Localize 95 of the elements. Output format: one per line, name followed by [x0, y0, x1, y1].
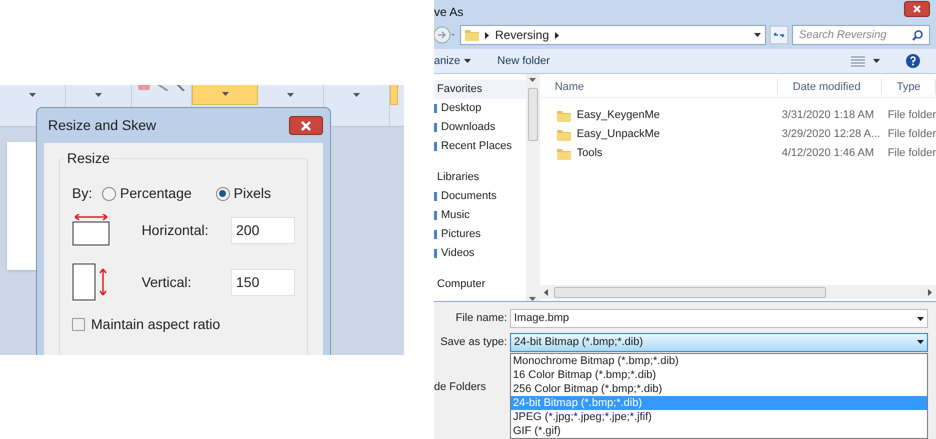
nav-header[interactable]: Favorites — [434, 80, 526, 99]
caret-icon — [917, 316, 924, 320]
nav-header[interactable]: Computer — [434, 275, 526, 294]
refresh-button[interactable] — [770, 26, 788, 44]
close-button[interactable] — [904, 1, 930, 18]
caret-icon — [917, 340, 924, 344]
radio-button[interactable] — [216, 186, 230, 200]
nav-header[interactable]: Libraries — [434, 168, 526, 187]
forward-button[interactable] — [434, 25, 456, 46]
breadcrumb[interactable]: Reversing — [495, 26, 550, 44]
by-label: By: — [72, 184, 94, 203]
file-name-field[interactable]: Image.bmp — [510, 309, 928, 328]
scrollbar-thumb[interactable] — [554, 286, 826, 298]
radio-button[interactable] — [102, 186, 116, 200]
field-label: Save as type: — [439, 334, 508, 350]
save-type-dropdown[interactable]: 24-bit Bitmap (*.bmp;*.dib) — [510, 332, 928, 352]
nav-item[interactable]: Recent Places — [441, 138, 512, 155]
close-button[interactable] — [289, 116, 323, 135]
file-type: File folder — [886, 108, 936, 124]
column-header[interactable]: Name — [540, 78, 778, 96]
nav-item[interactable]: Music — [441, 207, 470, 224]
search-icon — [912, 30, 923, 41]
nav-item[interactable]: Desktop — [441, 100, 482, 117]
dialog-title: Resize and Skew — [48, 116, 156, 135]
nav-item-icon — [434, 104, 437, 113]
file-date: 3/29/2020 12:28 A... — [780, 127, 882, 142]
nav-item-icon — [434, 192, 437, 201]
help-icon[interactable] — [906, 54, 920, 68]
caret-icon — [95, 93, 102, 97]
folder-icon — [465, 29, 479, 42]
close-icon — [301, 120, 311, 130]
address-bar[interactable]: Reversing — [460, 25, 766, 46]
folder-icon — [556, 128, 571, 140]
caret-icon — [222, 92, 228, 96]
nav-item-icon — [434, 123, 437, 132]
caret-icon — [287, 93, 294, 97]
chevron-icon — [485, 32, 489, 39]
file-date: 3/31/2020 1:18 AM — [780, 108, 876, 124]
file-row[interactable]: Tools 4/12/2020 1:46 AM File folder — [540, 144, 936, 163]
file-type: File folder — [886, 146, 936, 162]
number-field[interactable]: 150 — [231, 268, 295, 296]
caret-icon — [29, 93, 36, 97]
nav-item[interactable]: Documents — [441, 188, 497, 205]
dialog-title: ve As — [434, 4, 464, 22]
nav-scrollbar[interactable] — [526, 74, 540, 301]
scroll-right-icon[interactable] — [928, 288, 932, 296]
nav-item[interactable]: Videos — [441, 245, 474, 262]
file-row[interactable]: Easy_UnpackMe 3/29/2020 12:28 A... File folder — [540, 125, 936, 144]
aspect-checkbox[interactable]: Maintain aspect ratio — [72, 314, 295, 335]
type-option[interactable]: Monochrome Bitmap (*.bmp;*.dib) — [511, 354, 927, 368]
type-option[interactable]: GIF (*.gif) — [511, 424, 927, 438]
caret-icon — [353, 93, 360, 97]
file-name: Easy_UnpackMe — [576, 127, 660, 142]
search-field[interactable]: Search Reversing — [792, 25, 930, 46]
close-icon — [913, 5, 921, 14]
organize-menu[interactable]: anize — [434, 52, 472, 70]
radio-option[interactable]: Pixels — [216, 183, 271, 204]
scroll-left-icon[interactable] — [544, 288, 548, 296]
type-option[interactable]: 256 Color Bitmap (*.bmp;*.dib) — [511, 382, 927, 396]
field-label: File name: — [454, 311, 508, 326]
caret-icon — [464, 59, 472, 64]
vertical-resize-icon — [72, 263, 108, 301]
field-label: Vertical: — [142, 272, 192, 292]
horizontal-scrollbar[interactable] — [540, 285, 936, 299]
field-label: Horizontal: — [142, 220, 210, 240]
eraser-icon[interactable] — [138, 85, 150, 91]
checkbox[interactable] — [72, 318, 85, 331]
caret-icon — [529, 78, 536, 82]
scrollbar-thumb[interactable] — [528, 88, 538, 141]
chevron-icon — [555, 32, 560, 39]
nav-item[interactable]: Downloads — [441, 119, 496, 136]
type-option[interactable]: JPEG (*.jpg;*.jpeg;*.jpe;*.jfif) — [511, 410, 927, 424]
file-type: File folder — [886, 127, 936, 142]
file-date: 4/12/2020 1:46 AM — [780, 146, 876, 162]
caret-icon — [873, 59, 880, 64]
nav-item-icon — [434, 230, 437, 239]
nav-item-icon — [434, 211, 437, 220]
horizontal-resize-icon — [72, 214, 110, 246]
nav-item-icon — [434, 142, 437, 151]
file-name: Tools — [576, 146, 602, 162]
caret-icon — [754, 33, 761, 38]
view-icon[interactable] — [851, 56, 865, 67]
folder-icon — [556, 148, 571, 160]
column-header[interactable]: Date modified — [778, 78, 882, 96]
nav-item[interactable]: Pictures — [441, 226, 481, 243]
type-option[interactable]: 16 Color Bitmap (*.bmp;*.dib) — [511, 368, 927, 382]
new-folder-button[interactable]: New folder — [497, 52, 550, 70]
number-field[interactable]: 200 — [231, 216, 295, 244]
file-row[interactable]: Easy_KeygenMe 3/31/2020 1:18 AM File folder — [540, 106, 936, 125]
folder-icon — [556, 110, 571, 122]
radio-option[interactable]: Percentage — [102, 183, 192, 204]
hide-folders-button[interactable]: de Folders — [434, 378, 486, 396]
column-header[interactable]: Type — [882, 78, 936, 96]
nav-item-icon — [434, 249, 437, 258]
file-name: Easy_KeygenMe — [576, 108, 660, 124]
